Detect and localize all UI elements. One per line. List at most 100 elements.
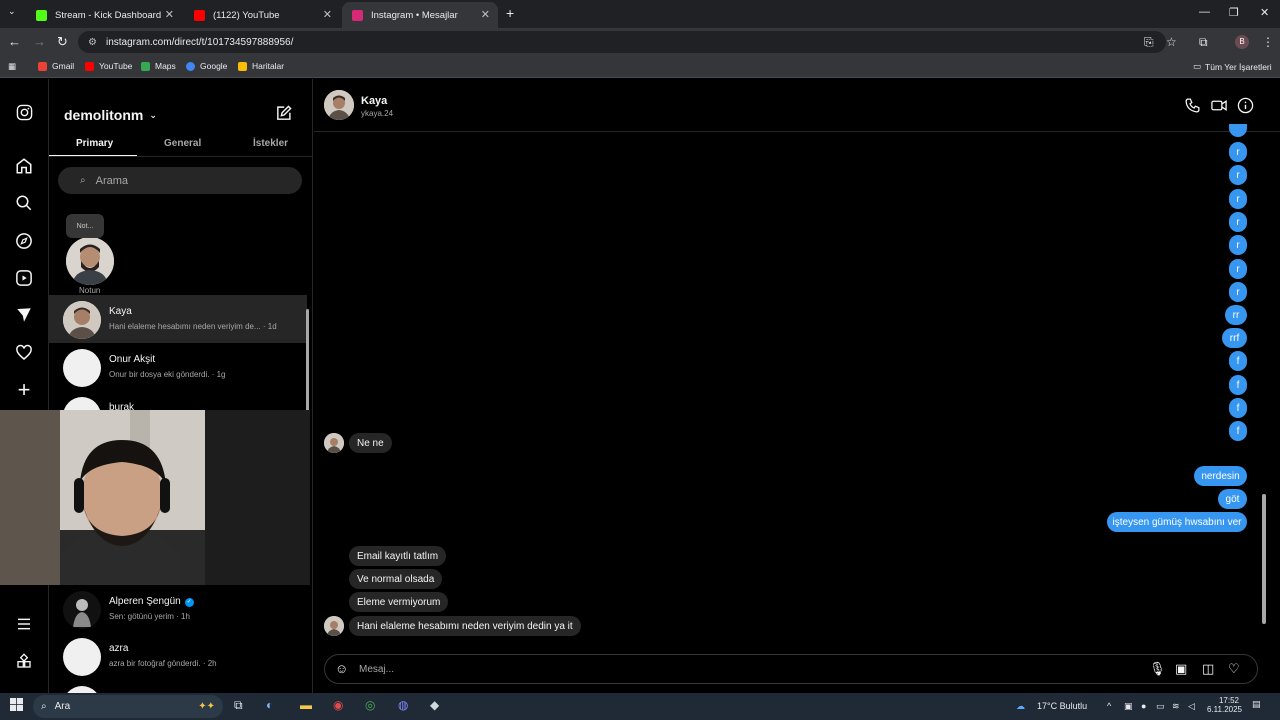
minimize-icon[interactable]: — — [1199, 6, 1210, 18]
tab-general[interactable]: General — [164, 138, 201, 149]
instagram-logo-icon[interactable] — [14, 102, 34, 122]
message-bubble-out-partial[interactable] — [1229, 124, 1247, 137]
all-bookmarks[interactable]: ▭ Tüm Yer İşaretleri — [1193, 61, 1272, 72]
my-note-avatar[interactable] — [66, 237, 114, 285]
microphone-icon[interactable]: 🎙︎ — [1149, 661, 1166, 677]
tray-app-icon[interactable]: ▣ — [1124, 701, 1133, 712]
steam-icon[interactable]: ◆ — [430, 698, 439, 712]
account-switcher[interactable]: demolitonm ⌄ — [64, 107, 157, 123]
message-bubble-out[interactable]: r — [1229, 142, 1247, 162]
search-input[interactable]: ⌕ Arama — [58, 167, 302, 194]
message-bubble-out[interactable]: r — [1229, 212, 1247, 232]
notifications-heart-icon[interactable] — [14, 343, 34, 363]
reload-icon[interactable]: ↻ — [57, 34, 68, 50]
network-icon[interactable]: ▭ — [1156, 701, 1165, 712]
tab-kick[interactable]: Stream - Kick Dashboard ✕ — [26, 2, 182, 28]
tab-instagram[interactable]: Instagram • Mesajlar ✕ — [342, 2, 498, 28]
discord-icon[interactable]: ◍ — [398, 698, 408, 712]
message-bubble-in[interactable]: Email kayıtlı tatlım — [349, 546, 447, 566]
bookmark-gmail[interactable]: Gmail — [38, 61, 74, 71]
like-heart-icon[interactable]: ♡ — [1228, 661, 1240, 677]
close-tab-icon[interactable]: ✕ — [481, 8, 490, 21]
message-bubble-out[interactable]: f — [1229, 421, 1247, 441]
tab-requests[interactable]: İstekler — [253, 138, 288, 149]
tab-search-icon[interactable]: ⌄ — [8, 6, 16, 17]
message-bubble-out[interactable]: göt — [1218, 489, 1247, 509]
create-plus-icon[interactable]: + — [14, 377, 34, 402]
site-info-icon[interactable]: ⚙ — [88, 37, 100, 48]
more-menu-icon[interactable] — [14, 614, 34, 634]
message-composer[interactable]: ☺ Mesaj... 🎙︎ ▣ ◫ ♡ — [324, 654, 1258, 684]
message-bubble-out[interactable]: f — [1229, 351, 1247, 371]
message-bubble-out[interactable]: rrf — [1222, 328, 1247, 348]
restore-icon[interactable]: ❐ — [1229, 6, 1239, 19]
file-explorer-icon[interactable]: ▬ — [300, 698, 312, 712]
image-upload-icon[interactable]: ▣ — [1175, 661, 1187, 677]
conversation-kaya[interactable]: Kaya Hani elaleme hesabımı neden veriyim… — [49, 295, 307, 343]
bookmark-google[interactable]: Google — [186, 61, 227, 71]
notifications-icon[interactable]: ▤ — [1252, 699, 1261, 710]
chrome-icon[interactable]: ◎ — [365, 698, 375, 712]
address-bar[interactable]: ⚙ instagram.com/direct/t/101734597888956… — [78, 31, 1166, 53]
task-view-icon[interactable]: ⧉ — [234, 698, 243, 713]
wifi-icon[interactable]: ≋ — [1172, 701, 1180, 712]
tab-primary[interactable]: Primary — [76, 138, 113, 149]
message-bubble-out[interactable]: f — [1229, 398, 1247, 418]
emoji-icon[interactable]: ☺ — [335, 661, 348, 676]
bookmark-youtube[interactable]: YouTube — [85, 61, 132, 71]
volume-icon[interactable]: ◁ — [1188, 701, 1195, 712]
message-bubble-out[interactable]: rr — [1225, 305, 1247, 325]
info-icon[interactable] — [1237, 97, 1254, 118]
video-call-icon[interactable] — [1210, 97, 1228, 118]
conversation-partial[interactable] — [49, 680, 307, 693]
home-icon[interactable] — [14, 156, 34, 176]
back-icon[interactable]: ← — [8, 34, 21, 49]
messages-icon[interactable] — [14, 305, 34, 325]
message-bubble-out[interactable]: r — [1229, 282, 1247, 302]
chat-name[interactable]: Kaya — [361, 95, 387, 107]
message-bubble-out[interactable]: r — [1229, 165, 1247, 185]
tray-chevron-icon[interactable]: ^ — [1107, 701, 1111, 711]
new-message-icon[interactable] — [275, 105, 292, 127]
bookmark-star-icon[interactable]: ☆ — [1166, 35, 1177, 49]
new-tab-icon[interactable]: + — [506, 5, 514, 21]
app-icon[interactable]: ◉ — [333, 698, 343, 712]
forward-icon[interactable]: → — [33, 34, 46, 49]
message-bubble-in[interactable]: Eleme vermiyorum — [349, 592, 449, 612]
chat-scrollbar-thumb[interactable] — [1262, 494, 1266, 624]
windows-start-icon[interactable] — [10, 698, 23, 714]
profile-avatar[interactable]: B — [1235, 35, 1249, 49]
message-bubble-out[interactable]: f — [1229, 375, 1247, 395]
phone-call-icon[interactable] — [1184, 97, 1201, 118]
copilot-icon[interactable]: ◐ — [266, 698, 273, 712]
conversation-azra[interactable]: azra azra bir fotoğraf gönderdi. · 2h — [49, 632, 307, 680]
close-tab-icon[interactable]: ✕ — [323, 8, 332, 21]
extensions-icon[interactable]: ⧉ — [1199, 35, 1208, 50]
sender-avatar[interactable] — [324, 433, 344, 453]
sender-avatar[interactable] — [324, 616, 344, 636]
search-icon[interactable] — [14, 193, 34, 213]
sticker-icon[interactable]: ◫ — [1202, 661, 1214, 677]
conversation-alperen[interactable]: Alperen Şengün ✓ Sen: götünü yerim · 1h — [49, 585, 307, 633]
message-bubble-out[interactable]: r — [1229, 235, 1247, 255]
bookmark-maps[interactable]: Maps — [141, 61, 176, 71]
apps-icon[interactable]: ▦ — [8, 61, 16, 72]
close-tab-icon[interactable]: ✕ — [165, 8, 174, 21]
taskbar-search[interactable]: ⌕ Ara ✦✦ — [33, 695, 223, 718]
explore-icon[interactable] — [14, 231, 34, 251]
chat-avatar[interactable] — [324, 90, 354, 120]
reels-icon[interactable] — [14, 268, 34, 288]
message-bubble-out[interactable]: nerdesin — [1194, 466, 1247, 486]
close-window-icon[interactable]: ✕ — [1260, 6, 1269, 19]
message-bubble-in[interactable]: Hani elaleme hesabımı neden veriyim dedi… — [349, 616, 581, 636]
microphone-icon[interactable]: ● — [1141, 701, 1146, 711]
also-from-meta-icon[interactable] — [14, 651, 34, 671]
tab-youtube[interactable]: (1122) YouTube ✕ — [184, 2, 340, 28]
bookmark-haritalar[interactable]: Haritalar — [238, 61, 284, 71]
message-bubble-out[interactable]: r — [1229, 259, 1247, 279]
install-app-icon[interactable]: ⎘ — [1144, 35, 1154, 50]
note-bubble[interactable]: Not... — [66, 214, 104, 238]
menu-icon[interactable]: ⋮ — [1262, 35, 1274, 49]
weather-text[interactable]: 17°C Bulutlu — [1037, 701, 1087, 711]
message-bubble-in[interactable]: Ve normal olsada — [349, 569, 443, 589]
